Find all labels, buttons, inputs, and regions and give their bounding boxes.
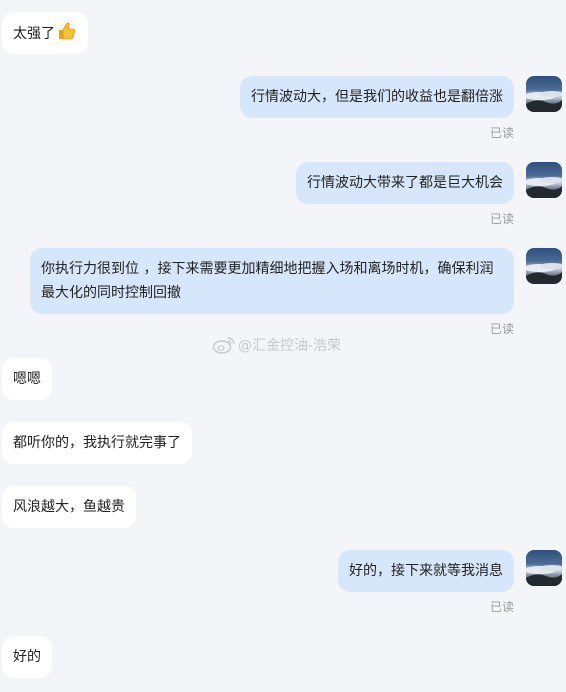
read-receipt: 已读 <box>489 126 514 140</box>
watermark: @汇金控油-浩荣 <box>212 336 341 356</box>
message-text: 嗯嗯 <box>13 371 41 387</box>
incoming-message[interactable]: 都听你的，我执行就完事了 <box>2 422 192 464</box>
read-receipt: 已读 <box>489 212 514 226</box>
outgoing-message[interactable]: 行情波动大带来了都是巨大机会 <box>296 162 514 204</box>
message-text: 你执行力很到位 ，接下来需要更加精细地把握入场和离场时机，确保利润最大化的同时控… <box>41 261 494 301</box>
incoming-message[interactable]: 风浪越大，鱼越贵 <box>2 486 136 528</box>
avatar[interactable] <box>526 76 562 112</box>
message-text: 行情波动大，但是我们的收益也是翻倍涨 <box>251 89 503 105</box>
outgoing-message[interactable]: 好的，接下来就等我消息 <box>338 550 514 592</box>
avatar[interactable] <box>526 248 562 284</box>
incoming-message[interactable]: 太强了 <box>2 12 88 54</box>
message-text: 好的 <box>13 649 41 665</box>
outgoing-message[interactable]: 你执行力很到位 ，接下来需要更加精细地把握入场和离场时机，确保利润最大化的同时控… <box>30 248 514 314</box>
outgoing-message[interactable]: 行情波动大，但是我们的收益也是翻倍涨 <box>240 76 514 118</box>
avatar[interactable] <box>526 162 562 198</box>
read-receipt: 已读 <box>489 322 514 336</box>
avatar[interactable] <box>526 550 562 586</box>
incoming-message[interactable]: 好的 <box>2 636 52 678</box>
read-receipt: 已读 <box>489 600 514 614</box>
incoming-message[interactable]: 嗯嗯 <box>2 358 52 400</box>
message-text: 太强了 <box>13 26 55 42</box>
weibo-icon <box>212 337 238 354</box>
message-text: 都听你的，我执行就完事了 <box>13 435 181 451</box>
thumbs-up-icon <box>57 21 77 49</box>
watermark-text: @汇金控油-浩荣 <box>238 338 342 354</box>
message-text: 风浪越大，鱼越贵 <box>13 499 125 515</box>
message-text: 好的，接下来就等我消息 <box>349 563 503 579</box>
message-text: 行情波动大带来了都是巨大机会 <box>307 175 503 191</box>
